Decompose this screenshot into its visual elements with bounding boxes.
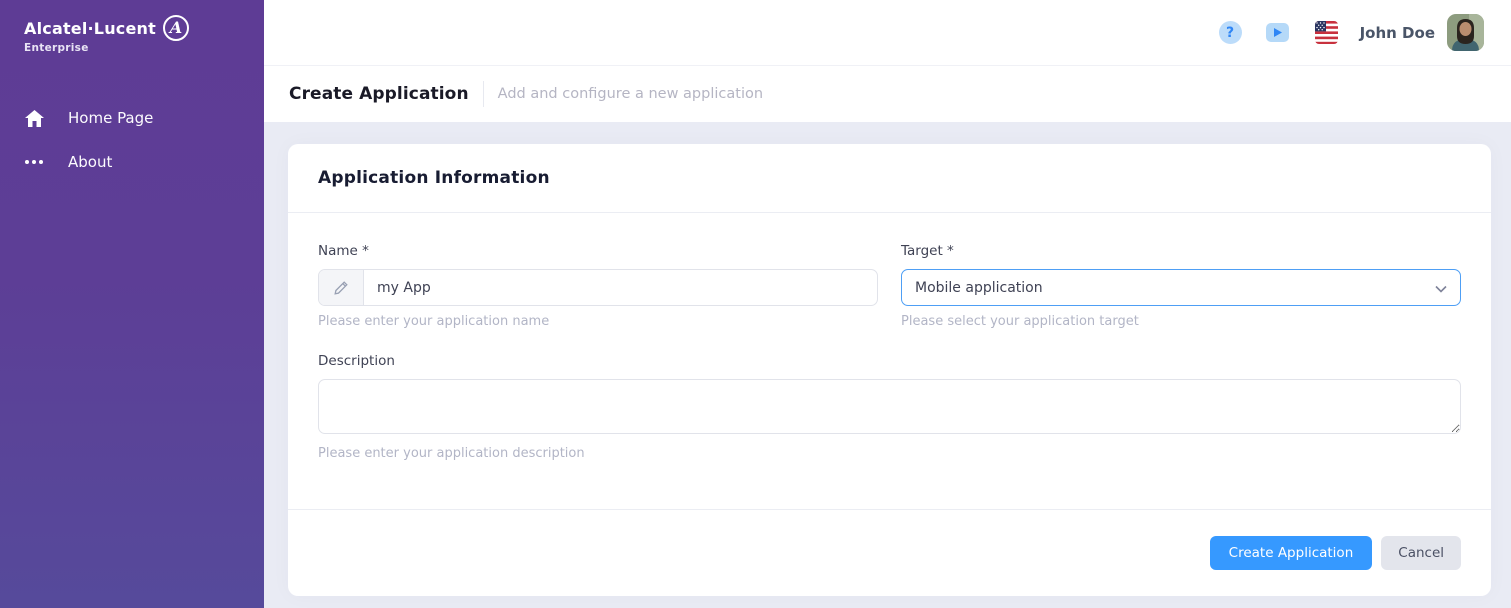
sidebar-item-home[interactable]: Home Page [0, 96, 264, 140]
target-helper-text: Please select your application target [901, 314, 1461, 329]
create-application-button[interactable]: Create Application [1210, 536, 1373, 570]
sidebar-item-label: Home Page [68, 109, 153, 127]
page-title-bar: Create Application Add and configure a n… [264, 66, 1511, 122]
topbar: ? [264, 0, 1511, 66]
name-helper-text: Please enter your application name [318, 314, 878, 329]
content-area: Application Information Name * [264, 122, 1511, 608]
page-title: Create Application [289, 84, 469, 104]
home-icon [24, 110, 44, 127]
sidebar-item-label: About [68, 153, 112, 171]
name-field: Name * Please enter your [318, 243, 878, 329]
application-description-textarea[interactable] [318, 379, 1461, 434]
ellipsis-icon [24, 160, 44, 164]
brand-monogram-icon: A [163, 15, 189, 41]
brand-subtitle: Enterprise [24, 42, 264, 54]
name-label: Name * [318, 243, 878, 259]
cancel-button[interactable]: Cancel [1381, 536, 1461, 570]
card-footer: Create Application Cancel [288, 509, 1491, 596]
target-select[interactable]: Mobile application [901, 269, 1461, 306]
page-subtitle: Add and configure a new application [498, 86, 763, 102]
help-icon[interactable]: ? [1219, 21, 1242, 44]
video-tutorial-icon[interactable] [1266, 23, 1289, 42]
target-field: Target * Mobile application Please selec… [901, 243, 1461, 329]
target-label: Target * [901, 243, 1461, 259]
app-root: Alcatel·Lucent A Enterprise Home Page Ab… [0, 0, 1511, 608]
name-input-group [318, 269, 878, 306]
description-field: Description Please enter your applicatio… [318, 353, 1461, 461]
language-flag-icon[interactable] [1315, 21, 1338, 44]
description-label: Description [318, 353, 1461, 369]
user-avatar[interactable] [1447, 14, 1484, 51]
title-divider [483, 81, 484, 107]
sidebar: Alcatel·Lucent A Enterprise Home Page Ab… [0, 0, 264, 608]
pencil-icon [319, 270, 364, 305]
application-information-card: Application Information Name * [288, 144, 1491, 596]
card-title: Application Information [318, 168, 550, 188]
target-selected-value: Mobile application [915, 280, 1043, 296]
sidebar-item-about[interactable]: About [0, 140, 264, 184]
user-name[interactable]: John Doe [1360, 24, 1435, 42]
brand-logo[interactable]: Alcatel·Lucent A Enterprise [0, 0, 264, 54]
main-area: ? [264, 0, 1511, 608]
description-helper-text: Please enter your application descriptio… [318, 446, 1461, 461]
card-header: Application Information [288, 144, 1491, 213]
card-body: Name * Please enter your [288, 213, 1491, 509]
application-name-input[interactable] [364, 270, 877, 305]
brand-name: Alcatel·Lucent [24, 19, 156, 38]
chevron-down-icon [1435, 278, 1447, 297]
sidebar-nav: Home Page About [0, 96, 264, 184]
